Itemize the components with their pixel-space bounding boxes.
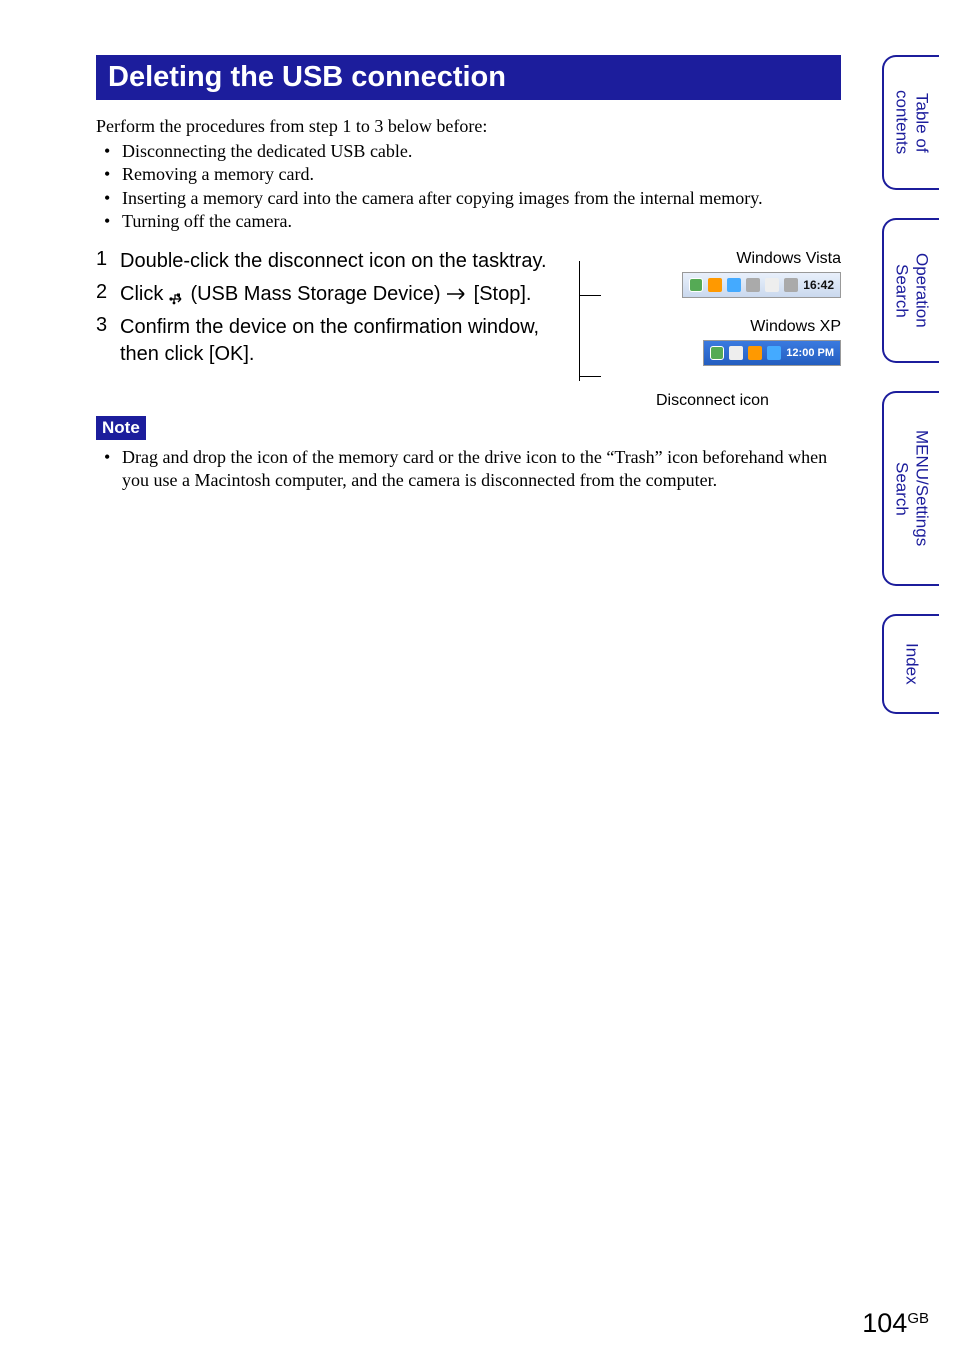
side-navigation: Table of contents Operation Search MENU/… xyxy=(882,55,939,714)
note-list: Drag and drop the icon of the memory car… xyxy=(96,446,841,493)
callout-line xyxy=(579,261,580,381)
tab-operation-search[interactable]: Operation Search xyxy=(882,218,939,363)
tray-app-icon xyxy=(748,346,762,360)
usb-device-icon xyxy=(169,287,185,301)
list-item: Drag and drop the icon of the memory car… xyxy=(104,446,841,493)
tray-app-icon xyxy=(727,278,741,292)
tray-app-icon xyxy=(765,278,779,292)
section-title: Deleting the USB connection xyxy=(96,55,841,100)
step-3: 3 Confirm the device on the confirmation… xyxy=(96,314,581,368)
step-prefix: Click xyxy=(120,283,169,305)
step-text: Click (USB Mass Storage Device) [Stop]. xyxy=(120,281,531,308)
tray-app-icon xyxy=(767,346,781,360)
note-badge: Note xyxy=(96,416,146,440)
tasktray-diagram: Windows Vista 16:42 Windows XP 12:00 PM … xyxy=(601,248,841,410)
tray-app-icon xyxy=(729,346,743,360)
step-number: 2 xyxy=(96,281,110,304)
step-device: (USB Mass Storage Device) xyxy=(190,283,440,305)
callout-line xyxy=(579,295,601,296)
steps-list: 1 Double-click the disconnect icon on th… xyxy=(96,248,581,410)
safely-remove-icon xyxy=(710,346,724,360)
tasktray-vista: 16:42 xyxy=(682,272,841,298)
safely-remove-icon xyxy=(689,278,703,292)
os-label-vista: Windows Vista xyxy=(601,250,841,268)
tab-menu-settings-search[interactable]: MENU/Settings Search xyxy=(882,391,939,586)
step-2: 2 Click (USB Mass Storage Device) [Stop]… xyxy=(96,281,581,308)
page-number-value: 104 xyxy=(862,1308,907,1338)
tasktray-xp: 12:00 PM xyxy=(703,340,841,366)
step-suffix: [Stop]. xyxy=(474,283,532,305)
step-1: 1 Double-click the disconnect icon on th… xyxy=(96,248,581,275)
step-number: 1 xyxy=(96,248,110,271)
tray-app-icon xyxy=(746,278,760,292)
tray-app-icon xyxy=(708,278,722,292)
list-item: Inserting a memory card into the camera … xyxy=(104,187,841,210)
callout-line xyxy=(579,376,601,377)
page-number-suffix: GB xyxy=(907,1310,929,1327)
os-label-xp: Windows XP xyxy=(601,318,841,336)
list-item: Disconnecting the dedicated USB cable. xyxy=(104,140,841,163)
intro-text: Perform the procedures from step 1 to 3 … xyxy=(96,116,841,137)
list-item: Removing a memory card. xyxy=(104,163,841,186)
tray-clock: 16:42 xyxy=(803,278,834,292)
volume-icon xyxy=(784,278,798,292)
step-text: Double-click the disconnect icon on the … xyxy=(120,248,547,275)
tab-index[interactable]: Index xyxy=(882,614,939,714)
tray-clock: 12:00 PM xyxy=(786,347,834,359)
diagram-caption: Disconnect icon xyxy=(656,392,841,410)
tab-table-of-contents[interactable]: Table of contents xyxy=(882,55,939,190)
list-item: Turning off the camera. xyxy=(104,210,841,233)
pre-conditions-list: Disconnecting the dedicated USB cable. R… xyxy=(96,140,841,234)
step-number: 3 xyxy=(96,314,110,337)
page-number: 104GB xyxy=(862,1308,929,1339)
arrow-right-icon xyxy=(446,281,468,308)
step-text: Confirm the device on the confirmation w… xyxy=(120,314,581,368)
